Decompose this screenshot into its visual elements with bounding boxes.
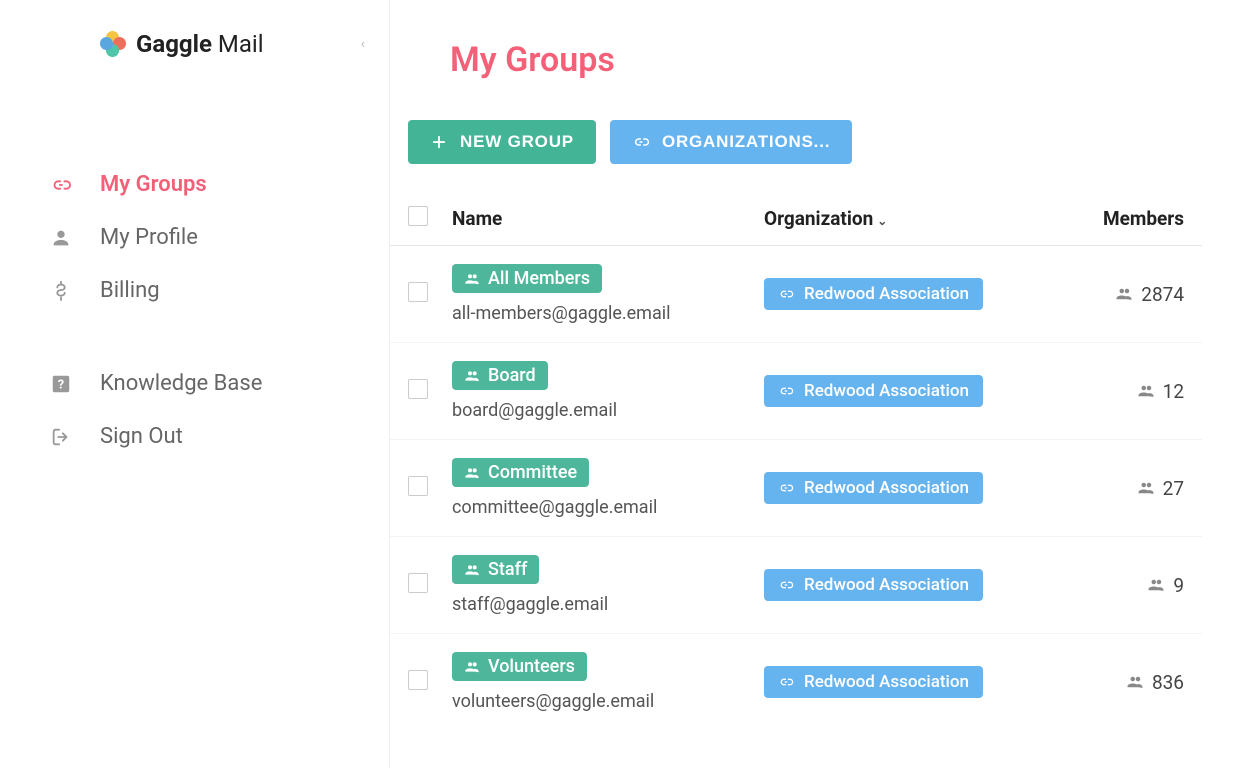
people-icon <box>464 271 480 287</box>
row-checkbox[interactable] <box>408 573 428 593</box>
new-group-label: NEW GROUP <box>460 132 574 152</box>
members-count: 836 <box>1152 671 1184 694</box>
people-icon <box>464 465 480 481</box>
table-row[interactable]: Volunteers volunteers@gaggle.email Redwo… <box>390 634 1202 730</box>
action-bar: NEW GROUP ORGANIZATIONS... <box>408 120 1202 164</box>
group-email: staff@gaggle.email <box>452 594 764 615</box>
page-title: My Groups <box>450 40 1202 80</box>
nav-label: My Profile <box>100 225 198 250</box>
people-icon <box>464 368 480 384</box>
brand-logo[interactable]: Gaggle Mail <box>100 30 264 58</box>
group-chip[interactable]: Volunteers <box>452 652 587 681</box>
members-count: 12 <box>1163 380 1184 403</box>
groups-table: Name Organization⌄ Members All Members a… <box>390 192 1202 730</box>
group-chip[interactable]: Committee <box>452 458 589 487</box>
link-icon <box>778 577 794 593</box>
table-row[interactable]: Board board@gaggle.email Redwood Associa… <box>390 343 1202 440</box>
group-name: Committee <box>488 462 577 483</box>
nav-label: Knowledge Base <box>100 371 262 396</box>
link-icon <box>50 174 72 196</box>
row-checkbox[interactable] <box>408 282 428 302</box>
group-name: Board <box>488 365 536 386</box>
org-pill[interactable]: Redwood Association <box>764 278 983 310</box>
brand-name-strong: Gaggle <box>136 30 212 58</box>
row-checkbox[interactable] <box>408 670 428 690</box>
nav-label: Sign Out <box>100 424 183 449</box>
link-icon <box>778 383 794 399</box>
group-chip[interactable]: Board <box>452 361 548 390</box>
brand-name-light: Mail <box>218 30 264 58</box>
link-icon <box>632 133 650 151</box>
sidebar: Gaggle Mail ‹ My Groups My Profile Billi… <box>0 0 390 768</box>
row-checkbox[interactable] <box>408 379 428 399</box>
new-group-button[interactable]: NEW GROUP <box>408 120 596 164</box>
nav-my-groups[interactable]: My Groups <box>0 158 389 211</box>
org-pill[interactable]: Redwood Association <box>764 666 983 698</box>
organizations-button[interactable]: ORGANIZATIONS... <box>610 120 852 164</box>
nav-my-profile[interactable]: My Profile <box>0 211 389 264</box>
main-content: My Groups NEW GROUP ORGANIZATIONS... Nam… <box>390 0 1242 768</box>
group-chip[interactable]: Staff <box>452 555 539 584</box>
link-icon <box>778 480 794 496</box>
row-checkbox[interactable] <box>408 476 428 496</box>
people-icon <box>464 659 480 675</box>
people-icon <box>464 562 480 578</box>
people-icon <box>1147 576 1165 594</box>
sidebar-collapse-chevron-icon[interactable]: ‹ <box>361 36 365 52</box>
link-icon <box>778 674 794 690</box>
secondary-nav: Knowledge Base Sign Out <box>0 357 389 463</box>
help-icon <box>50 373 72 395</box>
people-icon <box>1137 382 1155 400</box>
header-name[interactable]: Name <box>452 207 764 230</box>
people-icon <box>1115 285 1133 303</box>
org-name: Redwood Association <box>804 672 969 692</box>
group-email: committee@gaggle.email <box>452 497 764 518</box>
org-name: Redwood Association <box>804 478 969 498</box>
nav-sign-out[interactable]: Sign Out <box>0 410 389 463</box>
chevron-down-icon: ⌄ <box>877 214 887 228</box>
org-name: Redwood Association <box>804 381 969 401</box>
nav-knowledge-base[interactable]: Knowledge Base <box>0 357 389 410</box>
org-pill[interactable]: Redwood Association <box>764 472 983 504</box>
table-row[interactable]: Staff staff@gaggle.email Redwood Associa… <box>390 537 1202 634</box>
table-header: Name Organization⌄ Members <box>390 192 1202 246</box>
select-all-checkbox[interactable] <box>408 206 428 226</box>
group-email: volunteers@gaggle.email <box>452 691 764 712</box>
group-email: board@gaggle.email <box>452 400 764 421</box>
link-icon <box>778 286 794 302</box>
table-row[interactable]: All Members all-members@gaggle.email Red… <box>390 246 1202 343</box>
nav-billing[interactable]: Billing <box>0 264 389 317</box>
members-count: 2874 <box>1141 283 1184 306</box>
group-name: All Members <box>488 268 590 289</box>
people-icon <box>1126 673 1144 691</box>
nav-label: My Groups <box>100 172 207 197</box>
group-name: Staff <box>488 559 527 580</box>
members-count: 27 <box>1163 477 1184 500</box>
group-chip[interactable]: All Members <box>452 264 602 293</box>
organizations-label: ORGANIZATIONS... <box>662 132 830 152</box>
table-row[interactable]: Committee committee@gaggle.email Redwood… <box>390 440 1202 537</box>
org-name: Redwood Association <box>804 575 969 595</box>
dollar-icon <box>50 280 72 302</box>
header-organization[interactable]: Organization⌄ <box>764 207 1044 230</box>
primary-nav: My Groups My Profile Billing <box>0 158 389 317</box>
group-name: Volunteers <box>488 656 575 677</box>
person-icon <box>50 227 72 249</box>
logo-icon <box>100 31 126 57</box>
org-pill[interactable]: Redwood Association <box>764 375 983 407</box>
nav-label: Billing <box>100 278 160 303</box>
signout-icon <box>50 426 72 448</box>
header-members[interactable]: Members <box>1044 207 1184 230</box>
group-email: all-members@gaggle.email <box>452 303 764 324</box>
members-count: 9 <box>1173 574 1184 597</box>
people-icon <box>1137 479 1155 497</box>
plus-icon <box>430 133 448 151</box>
org-pill[interactable]: Redwood Association <box>764 569 983 601</box>
org-name: Redwood Association <box>804 284 969 304</box>
